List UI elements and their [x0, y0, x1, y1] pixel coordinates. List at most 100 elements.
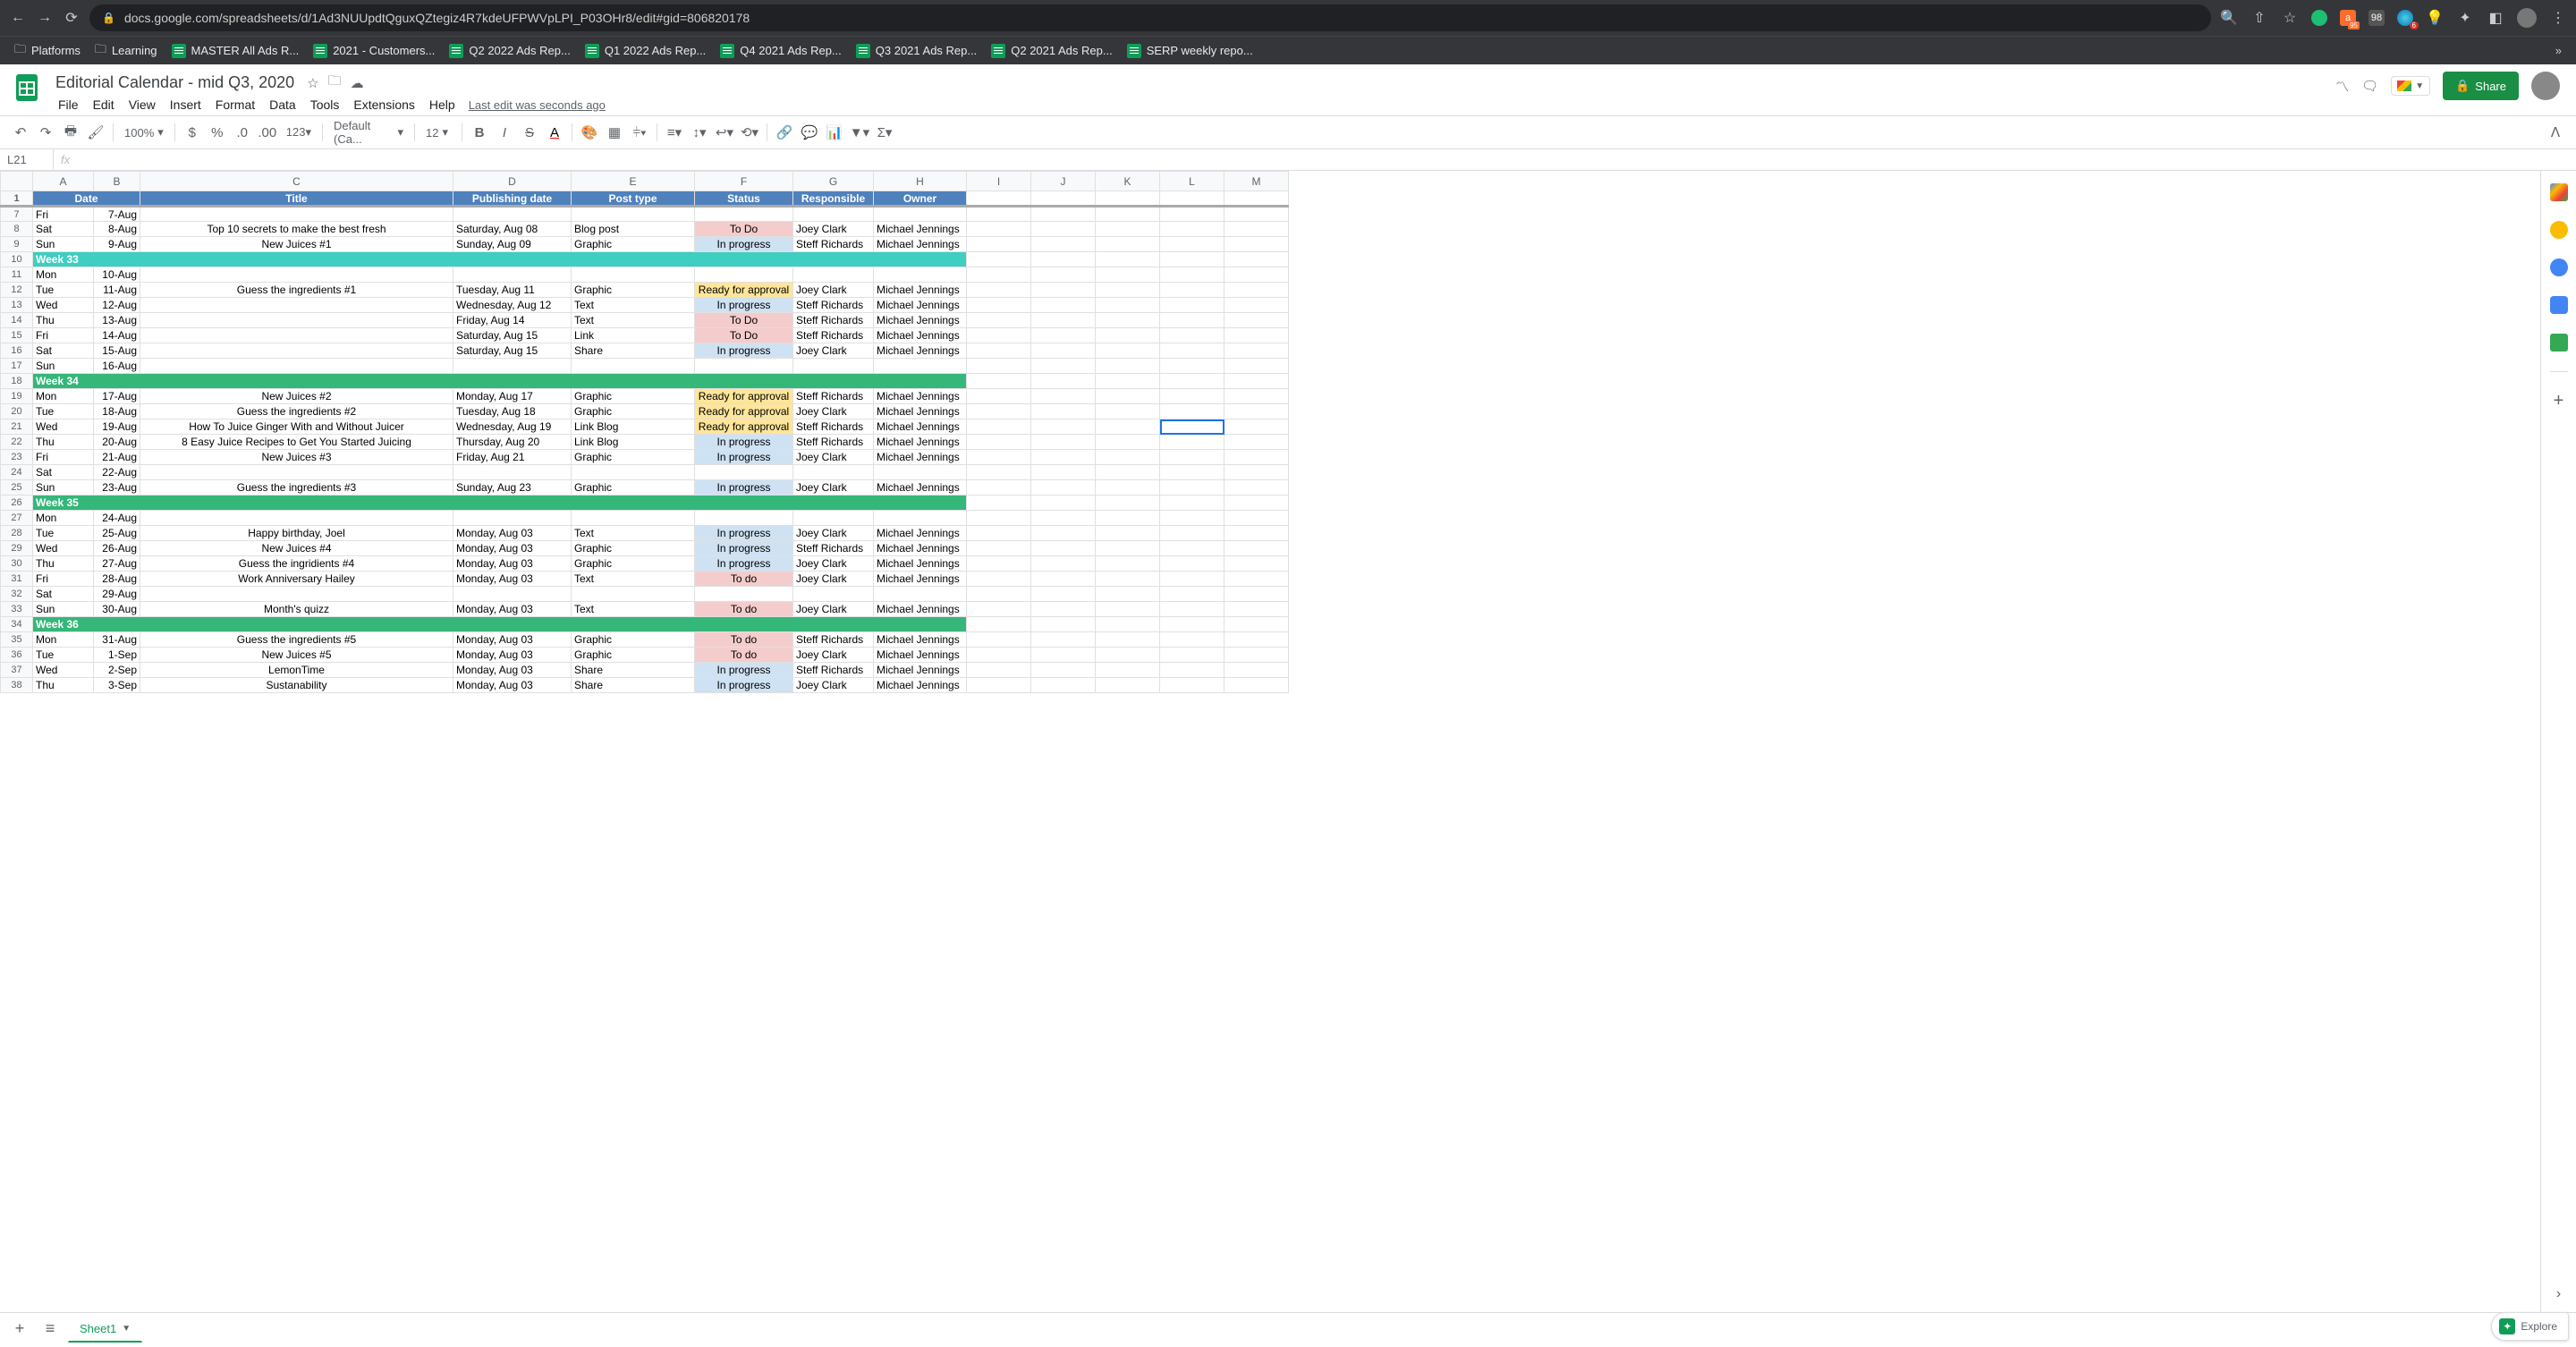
cell[interactable]	[967, 496, 1031, 511]
cell[interactable]	[967, 602, 1031, 617]
cell[interactable]: In progress	[695, 343, 793, 359]
cell[interactable]: 10-Aug	[94, 267, 140, 283]
print-button[interactable]: 🖶	[59, 121, 82, 144]
cell[interactable]	[967, 511, 1031, 526]
cell[interactable]	[793, 359, 874, 374]
fontsize-select[interactable]: 12 ▾	[420, 125, 456, 140]
cell[interactable]	[572, 267, 695, 283]
header-cell[interactable]	[1031, 191, 1096, 207]
cell[interactable]	[874, 359, 967, 374]
grammarly-icon[interactable]	[2311, 10, 2327, 26]
cell[interactable]: Monday, Aug 17	[453, 389, 572, 404]
row-header[interactable]: 33	[1, 602, 33, 617]
cell[interactable]: Steff Richards	[793, 313, 874, 328]
cell[interactable]: Ready for approval	[695, 419, 793, 435]
cell[interactable]: Sat	[33, 587, 94, 602]
row-header[interactable]: 10	[1, 252, 33, 267]
cell[interactable]: Month's quizz	[140, 602, 453, 617]
cell[interactable]	[1224, 465, 1289, 480]
comment-button[interactable]: 💬	[798, 121, 821, 144]
cell[interactable]	[1160, 298, 1224, 313]
row-header[interactable]: 12	[1, 283, 33, 298]
header-cell[interactable]: Post type	[572, 191, 695, 207]
cell[interactable]	[1224, 389, 1289, 404]
cell[interactable]: 20-Aug	[94, 435, 140, 450]
cell[interactable]	[967, 343, 1031, 359]
maps-sideicon[interactable]	[2550, 334, 2568, 352]
cell[interactable]	[1224, 602, 1289, 617]
cell[interactable]: Graphic	[572, 648, 695, 663]
cell[interactable]	[967, 435, 1031, 450]
cell[interactable]: Guess the ingridients #4	[140, 556, 453, 572]
cell[interactable]: 25-Aug	[94, 526, 140, 541]
cell[interactable]	[1096, 328, 1160, 343]
cell[interactable]: Text	[572, 602, 695, 617]
cell[interactable]: 14-Aug	[94, 328, 140, 343]
cell[interactable]	[1031, 267, 1096, 283]
cell[interactable]: 13-Aug	[94, 313, 140, 328]
cell[interactable]	[1031, 556, 1096, 572]
cell[interactable]: Sun	[33, 359, 94, 374]
cell[interactable]	[1224, 222, 1289, 237]
cell[interactable]: Thu	[33, 556, 94, 572]
cell[interactable]: In progress	[695, 480, 793, 496]
header-cell[interactable]	[1096, 191, 1160, 207]
cell[interactable]: Joey Clark	[793, 526, 874, 541]
share-icon[interactable]: ⇧	[2250, 9, 2268, 27]
cell[interactable]	[1160, 602, 1224, 617]
cell[interactable]	[1224, 298, 1289, 313]
cell[interactable]: 18-Aug	[94, 404, 140, 419]
menu-tools[interactable]: Tools	[304, 94, 346, 115]
cell[interactable]	[967, 374, 1031, 389]
cell[interactable]	[967, 572, 1031, 587]
back-button[interactable]: ←	[9, 10, 27, 26]
cell[interactable]: In progress	[695, 663, 793, 678]
cell[interactable]: 15-Aug	[94, 343, 140, 359]
cell[interactable]	[967, 328, 1031, 343]
bookmark-item[interactable]: Q3 2021 Ads Rep...	[849, 38, 984, 64]
ahrefs-icon[interactable]: a95	[2340, 10, 2356, 26]
cell[interactable]: Sustanability	[140, 678, 453, 693]
cell[interactable]	[874, 587, 967, 602]
cell[interactable]: Monday, Aug 03	[453, 526, 572, 541]
cell[interactable]	[967, 556, 1031, 572]
cell[interactable]	[967, 298, 1031, 313]
cell[interactable]	[1096, 587, 1160, 602]
cell[interactable]: Michael Jennings	[874, 419, 967, 435]
row-header[interactable]: 9	[1, 237, 33, 252]
cell[interactable]: Thu	[33, 435, 94, 450]
valign-button[interactable]: ↕▾	[688, 121, 711, 144]
cell[interactable]: Michael Jennings	[874, 648, 967, 663]
col-header-B[interactable]: B	[94, 172, 140, 191]
bulb-icon[interactable]: 💡	[2426, 9, 2444, 27]
cell[interactable]	[1031, 359, 1096, 374]
cell[interactable]: Michael Jennings	[874, 237, 967, 252]
cell[interactable]: Michael Jennings	[874, 572, 967, 587]
cell[interactable]: Joey Clark	[793, 572, 874, 587]
row-header[interactable]: 1	[1, 191, 33, 207]
row-header[interactable]: 28	[1, 526, 33, 541]
cell[interactable]	[1224, 374, 1289, 389]
cell[interactable]: Sun	[33, 480, 94, 496]
cell[interactable]	[1096, 648, 1160, 663]
row-header[interactable]: 16	[1, 343, 33, 359]
cell[interactable]	[1160, 511, 1224, 526]
cell[interactable]	[1031, 632, 1096, 648]
cell[interactable]	[793, 465, 874, 480]
profile-avatar-icon[interactable]	[2517, 8, 2537, 28]
cell[interactable]	[967, 359, 1031, 374]
font-select[interactable]: Default (Ca... ▾	[328, 119, 409, 146]
header-cell[interactable]	[967, 191, 1031, 207]
cell[interactable]: Joey Clark	[793, 404, 874, 419]
cell[interactable]: New Juices #3	[140, 450, 453, 465]
header-cell[interactable]: Title	[140, 191, 453, 207]
cell[interactable]: Text	[572, 572, 695, 587]
cell[interactable]	[1096, 602, 1160, 617]
cell[interactable]: Thu	[33, 678, 94, 693]
menu-view[interactable]: View	[123, 94, 162, 115]
cell[interactable]: Fri	[33, 450, 94, 465]
cell[interactable]: Saturday, Aug 08	[453, 222, 572, 237]
col-header-E[interactable]: E	[572, 172, 695, 191]
cell[interactable]: Work Anniversary Hailey	[140, 572, 453, 587]
cell[interactable]: Tue	[33, 526, 94, 541]
